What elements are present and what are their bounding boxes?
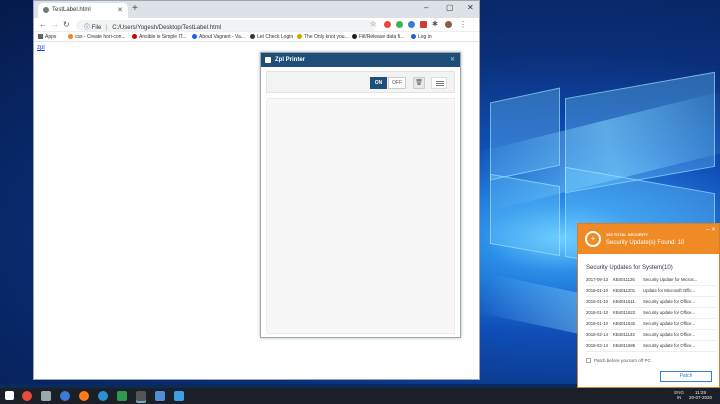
hamburger-menu-icon[interactable] <box>431 77 447 89</box>
list-item: 2018-01-10 KB4011201 Update for Microsoft … <box>586 286 716 297</box>
tab-favicon-icon <box>43 7 49 13</box>
app-icon[interactable] <box>136 391 146 401</box>
extensions-puzzle-icon[interactable]: ✱ <box>432 20 438 28</box>
ie-icon[interactable] <box>60 391 70 401</box>
bookmark-item[interactable]: About Vagrant - Va... <box>192 34 245 40</box>
bookmark-item[interactable]: Let Check Login <box>250 34 293 40</box>
tab-close-icon[interactable]: ✕ <box>117 6 123 14</box>
chrome-icon[interactable] <box>22 391 32 401</box>
bookmark-item[interactable]: Ansible is Simple IT... <box>132 34 187 40</box>
on-button[interactable]: ON <box>370 77 387 89</box>
back-icon[interactable]: ← <box>39 20 47 29</box>
browser-toolbar: ← → ↻ ⓘ File | C:/Users/Yogesh/Desktop/T… <box>34 18 479 32</box>
minimize-icon[interactable]: – <box>424 3 428 12</box>
firefox-icon[interactable] <box>79 391 89 401</box>
bookmark-item[interactable]: Log in <box>411 34 432 40</box>
page-content: zpl Zpl Printer ✕ ON OFF 🗑 <box>34 42 479 379</box>
list-item: 2018-02-14 KB4011143 Security update for O… <box>586 330 716 341</box>
language-indicator[interactable]: ENG IN <box>674 390 684 400</box>
security-brand: 360 TOTAL SECURITY <box>606 232 649 237</box>
new-tab-icon[interactable]: + <box>132 3 138 14</box>
list-item: 2018-01-10 KB4011611 Security update for O… <box>586 297 716 308</box>
url-scheme: File <box>91 25 102 31</box>
clock[interactable]: 11:28 20-07-2020 <box>689 390 712 400</box>
zpl-link[interactable]: zpl <box>37 45 45 51</box>
zpl-printer-header: Zpl Printer ✕ <box>261 53 460 67</box>
zpl-toolbar: ON OFF 🗑 <box>266 71 455 93</box>
extension-icon[interactable] <box>396 21 403 28</box>
menu-kebab-icon[interactable]: ⋮ <box>459 20 467 29</box>
list-item: 2018-02-14 KB4011686 Security update for O… <box>586 341 716 352</box>
popup-window-controls[interactable]: – ✕ <box>706 226 716 233</box>
browser-window: TestLabel.html ✕ + – ▢ ✕ ← → ↻ ⓘ File | … <box>33 0 480 380</box>
zpl-printer-title: Zpl Printer <box>275 57 306 63</box>
taskbar: ENG IN 11:28 20-07-2020 <box>0 388 720 404</box>
list-item: 2017-09-13 KB4011126 Security Update for M… <box>586 275 716 286</box>
tab-bar: TestLabel.html ✕ + – ▢ ✕ <box>34 1 479 18</box>
tab-title: TestLabel.html <box>52 7 91 13</box>
label-preview-area <box>266 98 455 334</box>
bookmark-star-icon[interactable]: ☆ <box>370 20 376 28</box>
bookmark-item[interactable]: css - Create hori-con... <box>68 34 126 40</box>
bookmarks-bar: Apps css - Create hori-con... Ansible is… <box>34 32 479 42</box>
reload-icon[interactable]: ↻ <box>63 20 70 29</box>
address-bar[interactable]: ⓘ File | C:/Users/Yogesh/Desktop/TestLab… <box>76 20 376 31</box>
list-item: 2018-01-10 KB4011632 Security update for O… <box>586 319 716 330</box>
trash-icon[interactable]: 🗑 <box>413 77 425 89</box>
browser-tab[interactable]: TestLabel.html ✕ <box>38 3 128 18</box>
minimize-icon: – <box>705 227 710 233</box>
security-header: + 360 TOTAL SECURITY Security Update(s) … <box>578 224 719 254</box>
close-window-icon[interactable]: ✕ <box>467 3 474 12</box>
printer-icon <box>265 57 271 63</box>
start-windows-icon[interactable] <box>5 391 14 400</box>
app-icon[interactable] <box>174 391 184 401</box>
info-icon: ⓘ <box>84 25 91 31</box>
popup-close-icon[interactable]: ✕ <box>450 56 455 63</box>
edge-icon[interactable] <box>98 391 108 401</box>
patch-button[interactable]: Patch <box>660 371 712 382</box>
profile-avatar[interactable] <box>445 21 452 28</box>
list-item: 2018-01-10 KB4011622 Security update for O… <box>586 308 716 319</box>
zoom-icon[interactable] <box>155 391 165 401</box>
security-found-count: Security Update(s) Found: 10 <box>606 240 685 246</box>
extension-icon[interactable] <box>420 21 427 28</box>
task-view-icon[interactable] <box>41 391 51 401</box>
patch-before-shutdown-checkbox[interactable]: Patch before you turn off PC <box>586 358 651 363</box>
plus-shield-icon: + <box>585 231 601 247</box>
bookmark-item[interactable]: The Only knot you... <box>297 34 349 40</box>
url-text: C:/Users/Yogesh/Desktop/TestLabel.html <box>112 25 222 31</box>
close-icon: ✕ <box>710 227 716 233</box>
off-button[interactable]: OFF <box>388 77 406 89</box>
extension-icon[interactable] <box>384 21 391 28</box>
forward-icon[interactable]: → <box>51 20 59 29</box>
zpl-printer-popup: Zpl Printer ✕ ON OFF 🗑 <box>260 52 461 338</box>
bookmark-item[interactable]: Fill/Release data fi... <box>352 34 404 40</box>
notepadpp-icon[interactable] <box>117 391 127 401</box>
updates-list-title: Security Updates for System(10) <box>586 265 673 271</box>
extension-icon[interactable] <box>408 21 415 28</box>
bookmark-apps[interactable]: Apps <box>38 34 56 40</box>
maximize-icon[interactable]: ▢ <box>446 3 454 12</box>
security-update-popup: + 360 TOTAL SECURITY Security Update(s) … <box>577 223 720 388</box>
